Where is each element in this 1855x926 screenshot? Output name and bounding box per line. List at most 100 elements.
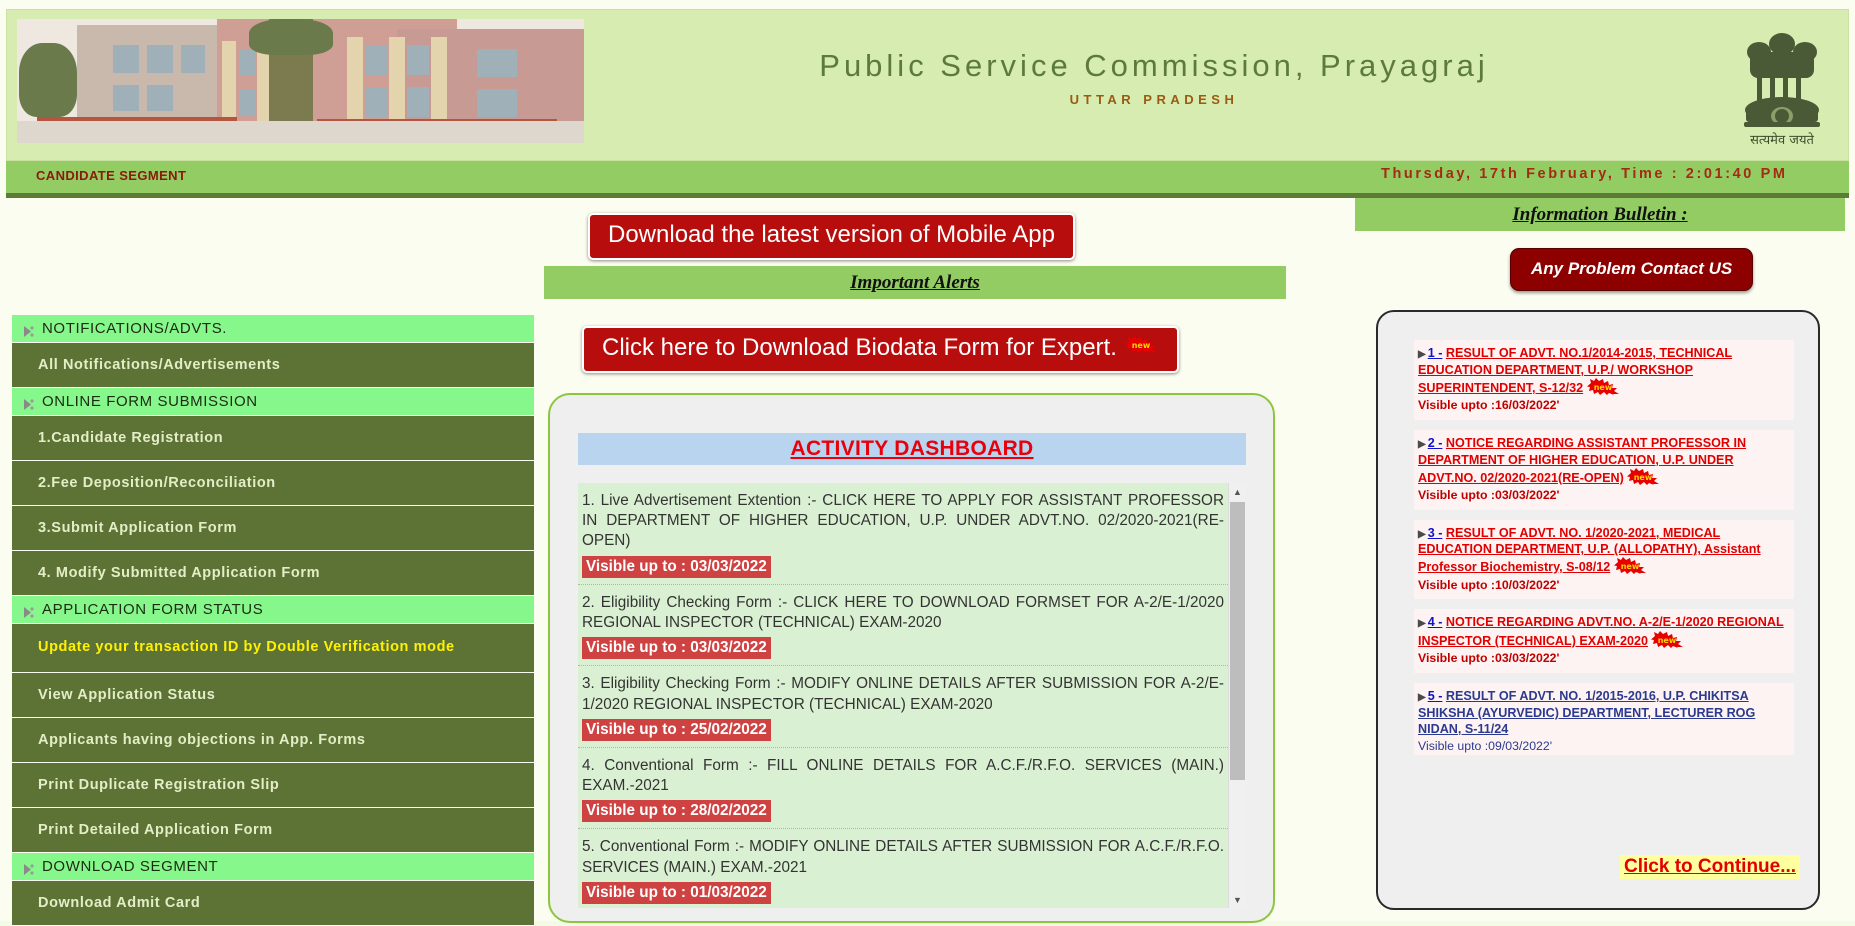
bulletin-item[interactable]: ▶ 4 - NOTICE REGARDING ADVT.NO. A-2/E-1/2…: [1414, 609, 1794, 673]
svg-text:new: new: [1621, 562, 1640, 571]
dashboard-item[interactable]: 1. Live Advertisement Extention :- CLICK…: [578, 483, 1246, 585]
important-alerts-header: Important Alerts: [544, 266, 1286, 299]
dashboard-item-visible-until: Visible up to : 01/03/2022: [582, 881, 771, 904]
activity-dashboard-title: ACTIVITY DASHBOARD: [790, 437, 1034, 460]
new-badge-icon: new: [1124, 336, 1159, 353]
scroll-down-arrow-icon[interactable]: ▼: [1229, 891, 1246, 908]
dashboard-item[interactable]: 2. Eligibility Checking Form :- CLICK HE…: [578, 585, 1246, 667]
sidebar-section-header[interactable]: DOWNLOAD SEGMENT: [12, 852, 534, 881]
scroll-up-arrow-icon[interactable]: ▲: [1229, 483, 1246, 500]
bulletin-item-text: RESULT OF ADVT. NO. 1/2015-2016, U.P. CH…: [1418, 688, 1756, 736]
bullet-icon: [24, 324, 34, 337]
information-bulletin-title: Information Bulletin :: [1512, 204, 1688, 225]
bulletin-panel: ▶ 1 - RESULT OF ADVT. NO.1/2014-2015, TEC…: [1376, 310, 1820, 910]
svg-text:new: new: [1634, 473, 1653, 482]
sidebar-item-label: 4. Modify Submitted Application Form: [38, 565, 321, 581]
sidebar-menu: NOTIFICATIONS/ADVTS. All Notifications/Ad…: [12, 315, 534, 926]
page-title: Public Service Commission, Prayagraj: [819, 48, 1489, 83]
activity-dashboard-header: ACTIVITY DASHBOARD: [578, 433, 1246, 465]
sidebar-section-label: NOTIFICATIONS/ADVTS.: [42, 320, 228, 337]
bulletin-item[interactable]: ▶ 3 - RESULT OF ADVT. NO. 1/2020-2021, ME…: [1414, 519, 1794, 600]
dashboard-item-visible-until: Visible up to : 03/03/2022: [582, 555, 771, 578]
dashboard-item-text: 3. Eligibility Checking Form :- MODIFY O…: [582, 675, 1224, 713]
svg-text:new: new: [1658, 636, 1677, 645]
sidebar-item[interactable]: Applicants having objections in App. For…: [12, 717, 534, 763]
sidebar-item-label: 1.Candidate Registration: [38, 430, 224, 446]
bulletin-item-number: 4 -: [1427, 615, 1443, 630]
contact-us-button[interactable]: Any Problem Contact US: [1510, 248, 1754, 291]
bulletin-item-number: 2 -: [1427, 435, 1443, 450]
sidebar-item[interactable]: Print Detailed Application Form: [12, 807, 534, 853]
sidebar-item[interactable]: 4. Modify Submitted Application Form: [12, 551, 534, 596]
download-mobile-app-button[interactable]: Download the latest version of Mobile Ap…: [588, 213, 1075, 260]
new-badge-icon: new: [1651, 631, 1685, 649]
dashboard-item-text: 5. Conventional Form :- MODIFY ONLINE DE…: [582, 838, 1224, 876]
dashboard-item[interactable]: 4. Conventional Form :- FILL ONLINE DETA…: [578, 748, 1246, 830]
svg-text:new: new: [1593, 383, 1612, 392]
ashoka-emblem-icon: सत्यमेव जयते: [1730, 22, 1834, 154]
sidebar-item[interactable]: Print Duplicate Registration Slip: [12, 762, 534, 808]
site-header: Public Service Commission, Prayagraj UTT…: [6, 9, 1849, 161]
new-badge-icon: new: [1586, 377, 1621, 395]
bulletin-item-number: 5 -: [1427, 688, 1443, 703]
important-alerts-title: Important Alerts: [850, 272, 980, 293]
triangle-bullet-icon: ▶: [1418, 349, 1426, 360]
bulletin-item-text: NOTICE REGARDING ADVT.NO. A-2/E-1/2020 R…: [1418, 615, 1784, 649]
dashboard-item[interactable]: 5. Conventional Form :- MODIFY ONLINE DE…: [578, 829, 1246, 908]
sidebar-item-label: Download Admit Card: [38, 894, 201, 911]
bulletin-item[interactable]: ▶ 5 - RESULT OF ADVT. NO. 1/2015-2016, U.…: [1414, 682, 1794, 755]
sidebar-item-label: 3.Submit Application Form: [38, 520, 237, 536]
dashboard-item[interactable]: 3. Eligibility Checking Form :- MODIFY O…: [578, 666, 1246, 748]
current-datetime: Thursday, 17th February, Time : 2:01:40 …: [1381, 166, 1788, 182]
sidebar-section-label: ONLINE FORM SUBMISSION: [42, 393, 258, 410]
dashboard-item-text: 1. Live Advertisement Extention :- CLICK…: [582, 492, 1224, 550]
bulletin-item-number: 1 -: [1427, 346, 1443, 360]
bullet-icon: [24, 605, 34, 618]
sidebar-item[interactable]: All Notifications/Advertisements: [12, 343, 534, 388]
bulletin-item-text: RESULT OF ADVT. NO.1/2014-2015, TECHNICA…: [1418, 346, 1733, 395]
sidebar-item[interactable]: 2.Fee Deposition/Reconciliation: [12, 461, 534, 506]
sidebar-item-label: All Notifications/Advertisements: [38, 357, 281, 373]
biodata-button-label: Click here to Download Biodata Form for …: [602, 334, 1117, 361]
new-badge-icon: new: [1627, 467, 1661, 485]
sidebar-item-label: Applicants having objections in App. For…: [38, 731, 366, 748]
bulletin-item[interactable]: ▶ 2 - NOTICE REGARDING ASSISTANT PROFESSO…: [1414, 429, 1794, 510]
sidebar-item[interactable]: Download Admit Card: [12, 880, 534, 926]
bulletin-item-number: 3 -: [1427, 525, 1443, 540]
sidebar-item-label: Update your transaction ID by Double Ver…: [38, 639, 455, 655]
bulletin-item[interactable]: ▶ 1 - RESULT OF ADVT. NO.1/2014-2015, TEC…: [1414, 340, 1794, 420]
center-column: Download the latest version of Mobile Ap…: [540, 198, 1295, 923]
bulletin-item-visible-until: Visible upto :16/03/2022': [1418, 398, 1560, 413]
dashboard-item-visible-until: Visible up to : 03/03/2022: [582, 637, 771, 660]
bulletin-list: ▶ 1 - RESULT OF ADVT. NO.1/2014-2015, TEC…: [1414, 340, 1794, 755]
sidebar-section-label: APPLICATION FORM STATUS: [42, 601, 264, 618]
dashboard-scrollbar[interactable]: ▲ ▼: [1228, 483, 1246, 908]
sidebar-item[interactable]: 3.Submit Application Form: [12, 506, 534, 551]
bulletin-item-visible-until: Visible upto :03/03/2022': [1418, 487, 1560, 502]
sidebar-item-label: 2.Fee Deposition/Reconciliation: [38, 475, 276, 491]
click-to-continue-link[interactable]: Click to Continue...: [1620, 855, 1801, 879]
sidebar-section-header[interactable]: NOTIFICATIONS/ADVTS.: [12, 315, 534, 343]
sidebar-item-label: Print Duplicate Registration Slip: [38, 776, 280, 793]
triangle-bullet-icon: ▶: [1418, 691, 1426, 703]
sidebar-section-header[interactable]: ONLINE FORM SUBMISSION: [12, 388, 534, 416]
download-biodata-form-button[interactable]: Click here to Download Biodata Form for …: [582, 326, 1179, 373]
bullet-icon: [24, 397, 34, 410]
activity-dashboard-list[interactable]: 1. Live Advertisement Extention :- CLICK…: [578, 483, 1246, 908]
sidebar-item[interactable]: 1.Candidate Registration: [12, 416, 534, 461]
sidebar-item[interactable]: Update your transaction ID by Double Ver…: [12, 624, 534, 673]
candidate-segment-label: CANDIDATE SEGMENT: [36, 168, 187, 183]
scrollbar-thumb[interactable]: [1230, 502, 1245, 780]
bulletin-item-text: RESULT OF ADVT. NO. 1/2020-2021, MEDICAL…: [1418, 525, 1761, 575]
sidebar-section-header[interactable]: APPLICATION FORM STATUS: [12, 596, 534, 624]
new-badge-icon: new: [1613, 557, 1648, 575]
commission-building-photo: [17, 19, 584, 143]
information-bulletin-header: Information Bulletin :: [1355, 198, 1845, 231]
dashboard-item-text: 2. Eligibility Checking Form :- CLICK HE…: [582, 593, 1224, 631]
bulletin-item-visible-until: Visible upto :09/03/2022': [1418, 738, 1553, 753]
bulletin-item-visible-until: Visible upto :10/03/2022': [1418, 577, 1560, 592]
sidebar-item[interactable]: View Application Status: [12, 672, 534, 718]
svg-text:new: new: [1132, 341, 1151, 350]
triangle-bullet-icon: ▶: [1418, 618, 1426, 630]
activity-dashboard-card: ACTIVITY DASHBOARD 1. Live Advertisement…: [548, 393, 1275, 923]
